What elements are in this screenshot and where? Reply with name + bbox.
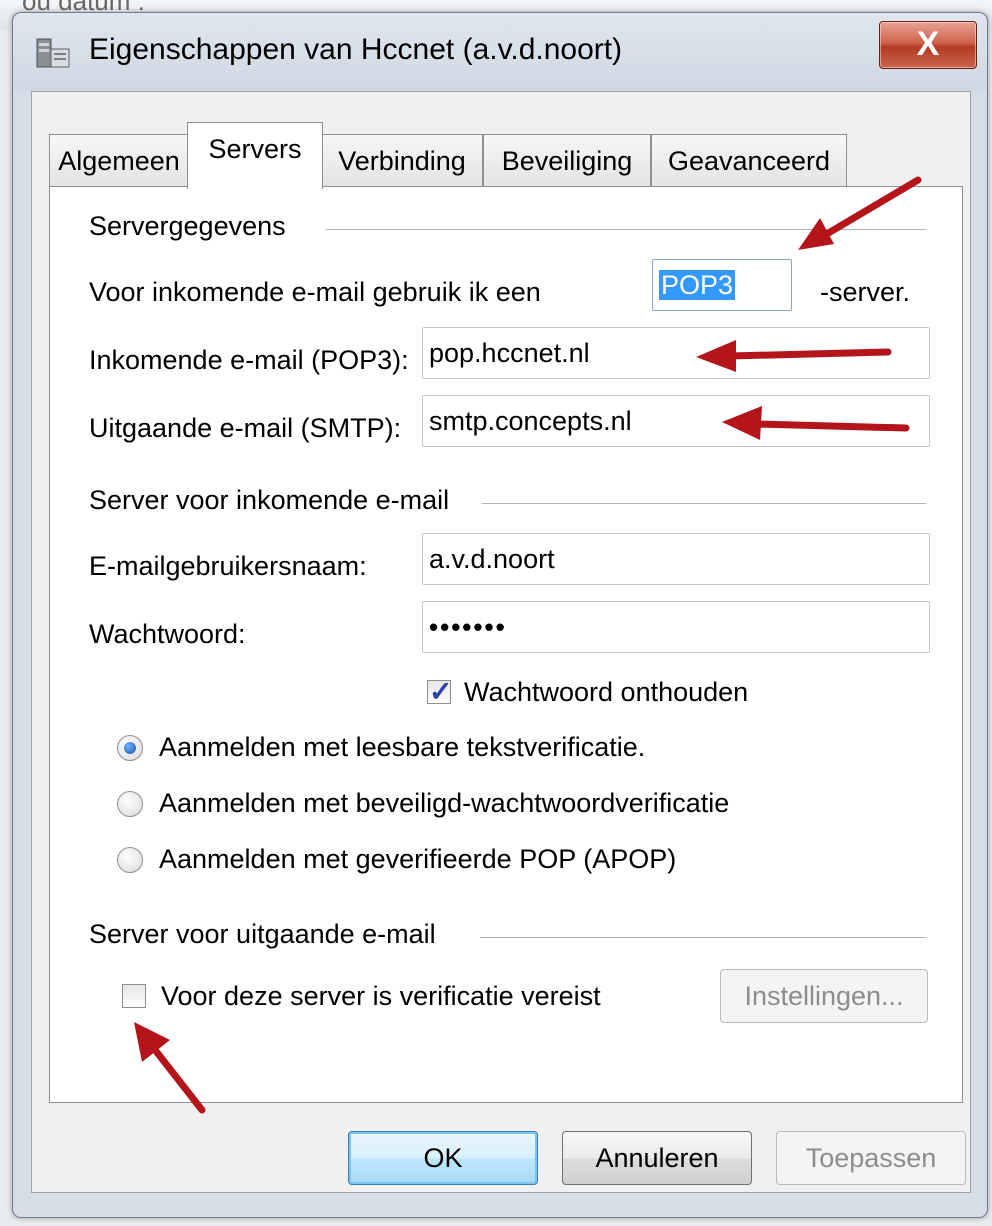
incoming-server-type-field[interactable]: POP3	[652, 259, 792, 311]
outgoing-auth-required-checkbox[interactable]	[122, 984, 146, 1008]
checkmark-icon: ✓	[429, 676, 453, 707]
servers-tab-panel: Servergegevens Voor inkomende e-mail geb…	[49, 186, 963, 1103]
tab-verbinding[interactable]: Verbinding	[321, 134, 483, 187]
server-suffix-label: -server.	[820, 277, 911, 307]
remember-password-checkbox[interactable]: ✓	[427, 676, 452, 707]
tab-beveiliging[interactable]: Beveiliging	[483, 134, 651, 187]
annotation-arrow-icon	[722, 406, 910, 440]
radio-plain-text-auth-label[interactable]: Aanmelden met leesbare tekstverificatie.	[159, 732, 645, 763]
radio-apop-auth-label[interactable]: Aanmelden met geverifieerde POP (APOP)	[159, 844, 676, 875]
section-heading-servergegevens: Servergegevens	[89, 211, 286, 241]
radio-plain-text-auth[interactable]	[117, 735, 143, 761]
close-icon: X	[916, 25, 940, 63]
settings-button[interactable]: Instellingen...	[720, 969, 928, 1023]
outgoing-auth-required-label[interactable]: Voor deze server is verificatie vereist	[161, 981, 601, 1012]
radio-apop-auth[interactable]	[117, 847, 143, 873]
dialog-title: Eigenschappen van Hccnet (a.v.d.noort)	[89, 33, 623, 66]
close-button[interactable]: X	[879, 21, 977, 69]
ok-button[interactable]: OK	[348, 1131, 538, 1185]
incoming-type-label: Voor inkomende e-mail gebruik ik een	[89, 277, 541, 307]
password-label: Wachtwoord:	[89, 619, 246, 649]
section-heading-outgoing-server: Server voor uitgaande e-mail	[89, 919, 436, 949]
annotation-arrow-icon	[696, 340, 892, 372]
incoming-mail-label: Inkomende e-mail (POP3):	[89, 345, 409, 375]
password-input[interactable]: •••••••	[422, 601, 930, 653]
username-label: E-mailgebruikersnaam:	[89, 551, 367, 581]
annotation-arrow-icon	[798, 176, 922, 250]
cancel-button[interactable]: Annuleren	[562, 1131, 752, 1185]
radio-secure-password-auth-label[interactable]: Aanmelden met beveiligd-wachtwoordverifi…	[159, 788, 729, 819]
incoming-server-type-value: POP3	[659, 270, 736, 300]
section-divider	[482, 503, 926, 505]
title-bar[interactable]: Eigenschappen van Hccnet (a.v.d.noort) X	[13, 13, 987, 91]
outgoing-mail-label: Uitgaande e-mail (SMTP):	[89, 413, 402, 443]
annotation-arrow-icon	[134, 1022, 206, 1114]
server-properties-icon	[36, 38, 70, 68]
username-input[interactable]: a.v.d.noort	[422, 533, 930, 585]
section-divider	[480, 937, 926, 939]
remember-password-label[interactable]: Wachtwoord onthouden	[464, 677, 748, 708]
tab-servers[interactable]: Servers	[187, 122, 323, 189]
tab-algemeen[interactable]: Algemeen	[49, 134, 189, 187]
radio-secure-password-auth[interactable]	[117, 791, 143, 817]
section-heading-incoming-server: Server voor inkomende e-mail	[89, 485, 450, 515]
apply-button[interactable]: Toepassen	[776, 1131, 966, 1185]
